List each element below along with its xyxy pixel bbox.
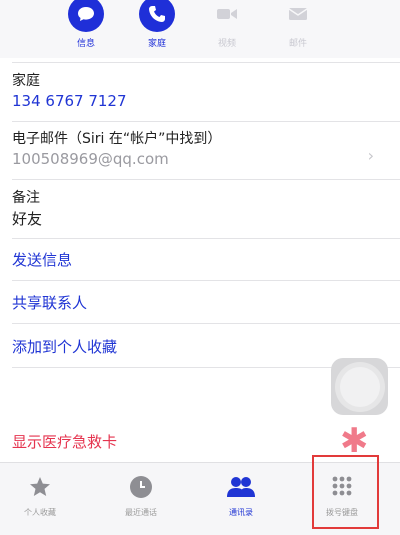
keypad-highlight-box — [312, 455, 379, 529]
notes-label: 备注 — [12, 190, 40, 206]
mail-icon — [280, 0, 316, 32]
tab-favorites-label: 个人收藏 — [24, 508, 56, 517]
message-action[interactable]: 信息 — [56, 0, 116, 49]
tab-favorites[interactable]: 个人收藏 — [0, 475, 85, 518]
add-to-favorites-link[interactable]: 添加到个人收藏 — [12, 336, 117, 357]
email-label: 电子邮件（Siri 在“帐户”中找到） — [12, 131, 222, 147]
mail-action-label: 邮件 — [288, 39, 307, 49]
email-value[interactable]: 100508969@qq.com — [12, 150, 169, 168]
divider — [12, 323, 400, 324]
video-icon — [209, 0, 245, 32]
clock-icon — [96, 475, 186, 503]
star-icon — [0, 475, 85, 503]
divider — [12, 62, 400, 63]
divider — [12, 121, 400, 122]
call-action-label: 家庭 — [147, 39, 166, 49]
contact-actions-bar: 信息 家庭 视频 邮件 — [0, 0, 400, 58]
chevron-right-icon[interactable]: › — [368, 146, 374, 165]
video-action-label: 视频 — [217, 39, 236, 49]
tab-recents[interactable]: 最近通话 — [96, 475, 186, 518]
message-action-label: 信息 — [76, 39, 95, 49]
video-action[interactable]: 视频 — [197, 0, 257, 49]
assistive-touch-button[interactable] — [331, 358, 388, 415]
phone-label: 家庭 — [12, 73, 40, 89]
phone-icon — [139, 0, 175, 32]
medical-id-link[interactable]: 显示医疗急救卡 — [12, 431, 117, 452]
call-action[interactable]: 家庭 — [127, 0, 187, 49]
assistive-touch-icon — [339, 366, 380, 407]
send-message-link[interactable]: 发送信息 — [12, 249, 72, 270]
phone-number[interactable]: 134 6767 7127 — [12, 92, 127, 110]
contacts-icon — [196, 475, 286, 503]
tab-contacts-label: 通讯录 — [229, 508, 253, 517]
share-contact-link[interactable]: 共享联系人 — [12, 292, 87, 313]
divider — [12, 280, 400, 281]
tab-recents-label: 最近通话 — [125, 508, 157, 517]
divider — [12, 238, 400, 239]
tab-contacts[interactable]: 通讯录 — [196, 475, 286, 518]
divider — [12, 179, 400, 180]
notes-value: 好友 — [12, 210, 43, 228]
medical-asterisk-icon: ✱ — [340, 421, 369, 461]
message-icon — [68, 0, 104, 32]
mail-action[interactable]: 邮件 — [268, 0, 328, 49]
